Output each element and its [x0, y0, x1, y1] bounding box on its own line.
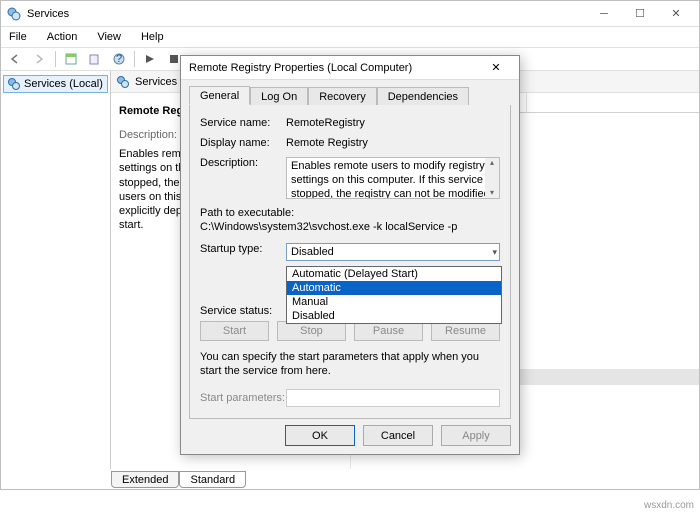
export-button[interactable]: [84, 49, 106, 69]
startup-type-value: Disabled: [291, 246, 334, 258]
tab-standard[interactable]: Standard: [179, 471, 246, 488]
tree-pane: Services (Local): [1, 71, 111, 469]
description-scrollbar[interactable]: ▴▾: [485, 158, 499, 198]
dialog-titlebar: Remote Registry Properties (Local Comput…: [181, 56, 519, 80]
stop-button[interactable]: Stop: [277, 321, 346, 341]
ok-button[interactable]: OK: [285, 425, 355, 446]
help-icon[interactable]: ?: [108, 49, 130, 69]
titlebar: Services ─ ☐ ✕: [1, 1, 699, 27]
dropdown-option[interactable]: Disabled: [287, 309, 501, 323]
label-start-params: Start parameters:: [200, 392, 286, 404]
menu-file[interactable]: File: [5, 29, 31, 45]
label-description: Description:: [200, 157, 286, 169]
cancel-button[interactable]: Cancel: [363, 425, 433, 446]
pause-button[interactable]: Pause: [354, 321, 423, 341]
menubar: File Action View Help: [1, 27, 699, 47]
watermark: wsxdn.com: [644, 500, 694, 511]
tab-dependencies[interactable]: Dependencies: [377, 87, 469, 106]
dropdown-option[interactable]: Automatic (Delayed Start): [287, 267, 501, 281]
footer-tabs: Extended Standard: [111, 469, 246, 489]
tab-extended[interactable]: Extended: [111, 471, 179, 488]
description-box: Enables remote users to modify registry …: [286, 157, 500, 199]
start-button[interactable]: Start: [200, 321, 269, 341]
value-service-name: RemoteRegistry: [286, 117, 500, 129]
menu-view[interactable]: View: [93, 29, 125, 45]
dialog-body: Service name: RemoteRegistry Display nam…: [189, 105, 511, 419]
tab-general[interactable]: General: [189, 86, 250, 105]
label-startup-type: Startup type:: [200, 243, 286, 255]
svg-text:?: ?: [116, 53, 122, 65]
value-description: Enables remote users to modify registry …: [291, 160, 494, 199]
close-button[interactable]: ✕: [659, 5, 693, 23]
label-service-name: Service name:: [200, 117, 286, 129]
dropdown-option[interactable]: Manual: [287, 295, 501, 309]
forward-button[interactable]: [29, 49, 51, 69]
content-heading: Services: [135, 76, 177, 88]
dialog-title: Remote Registry Properties (Local Comput…: [189, 62, 481, 74]
tab-recovery[interactable]: Recovery: [308, 87, 376, 106]
label-path: Path to executable:: [200, 207, 500, 219]
properties-dialog: Remote Registry Properties (Local Comput…: [180, 55, 520, 455]
tree-item-label: Services (Local): [24, 78, 103, 90]
chevron-down-icon: ▾: [492, 247, 497, 258]
minimize-button[interactable]: ─: [587, 5, 621, 23]
value-display-name: Remote Registry: [286, 137, 500, 149]
tree-item-services-local[interactable]: Services (Local): [3, 75, 108, 93]
start-params-hint: You can specify the start parameters tha…: [200, 351, 500, 379]
dropdown-option[interactable]: Automatic: [287, 281, 501, 295]
dialog-tabs: General Log On Recovery Dependencies: [181, 80, 519, 105]
label-display-name: Display name:: [200, 137, 286, 149]
back-button[interactable]: [5, 49, 27, 69]
scroll-up-icon[interactable]: ▴: [490, 158, 494, 168]
resume-button[interactable]: Resume: [431, 321, 500, 341]
menu-help[interactable]: Help: [137, 29, 168, 45]
properties-button[interactable]: [60, 49, 82, 69]
scroll-down-icon[interactable]: ▾: [490, 188, 494, 198]
start-icon[interactable]: [139, 49, 161, 69]
start-params-input[interactable]: [286, 389, 500, 407]
maximize-button[interactable]: ☐: [623, 5, 657, 23]
services-icon: [117, 76, 129, 88]
apply-button[interactable]: Apply: [441, 425, 511, 446]
startup-type-dropdown[interactable]: Automatic (Delayed Start)AutomaticManual…: [286, 266, 502, 324]
dialog-close-button[interactable]: ✕: [481, 61, 511, 74]
services-icon: [7, 7, 21, 21]
value-path: C:\Windows\system32\svchost.exe -k local…: [200, 221, 500, 233]
tab-logon[interactable]: Log On: [250, 87, 308, 106]
window-title: Services: [27, 8, 587, 20]
label-service-status: Service status:: [200, 305, 286, 317]
menu-action[interactable]: Action: [43, 29, 82, 45]
startup-type-select[interactable]: Disabled ▾: [286, 243, 500, 261]
services-icon: [8, 78, 20, 90]
